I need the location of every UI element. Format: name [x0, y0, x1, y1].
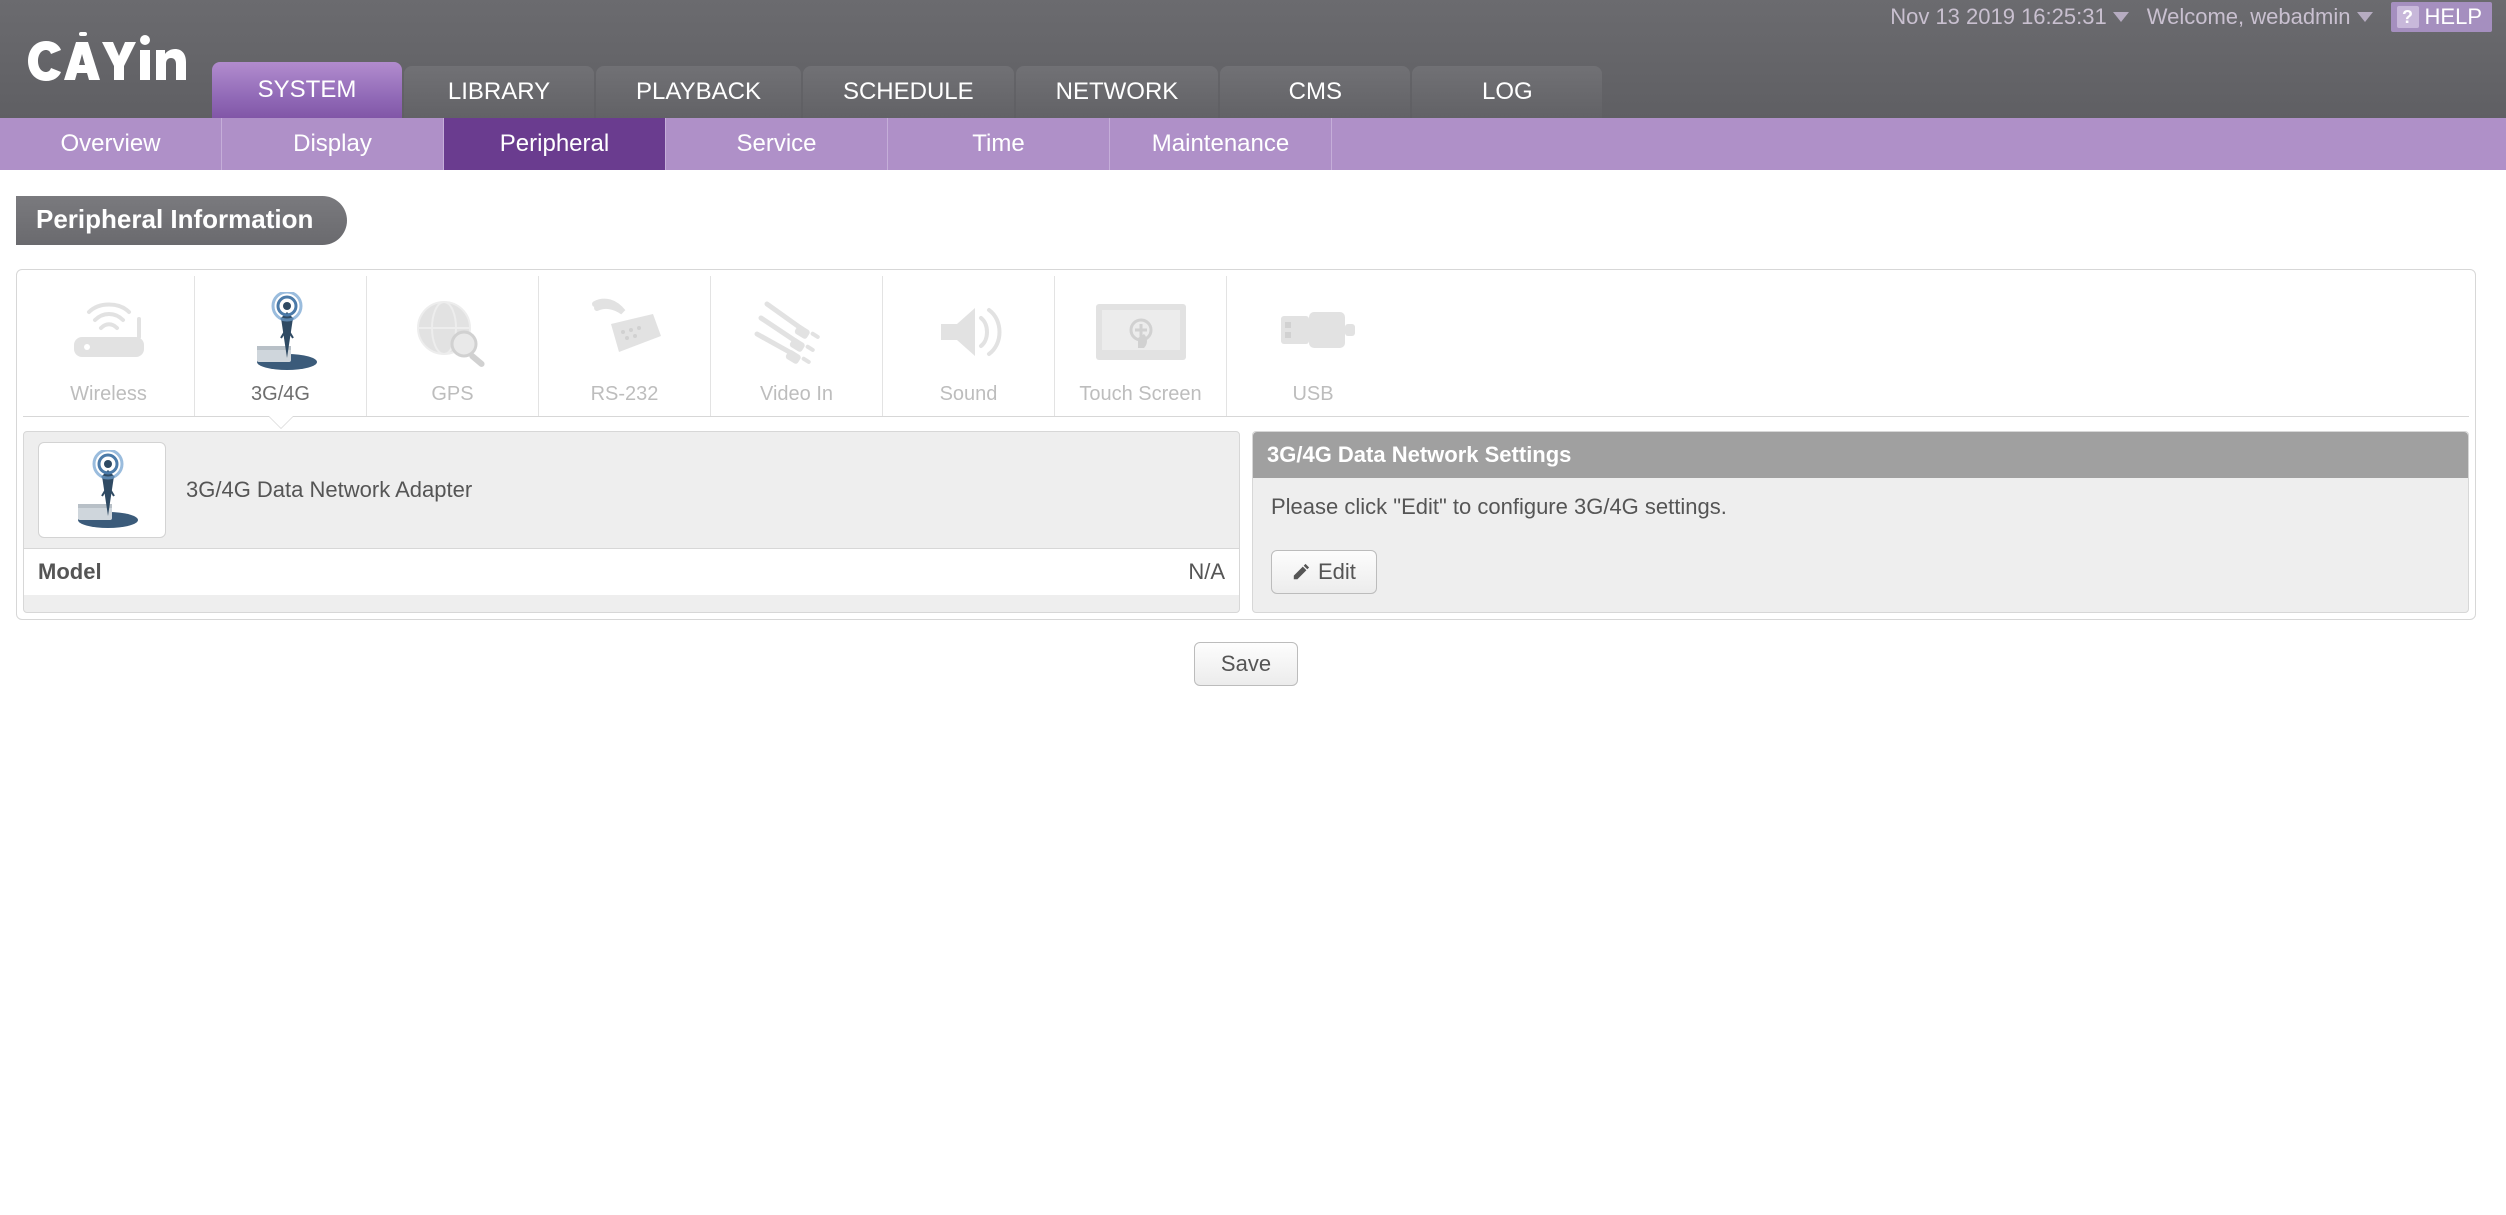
page-body: Peripheral Information Wireless — [0, 170, 2506, 726]
peripheral-panel: Wireless — [16, 269, 2476, 620]
datetime-dropdown[interactable]: Nov 13 2019 16:25:31 — [1890, 4, 2129, 30]
top-header: Nov 13 2019 16:25:31 Welcome, webadmin ?… — [0, 0, 2506, 118]
globe-search-icon — [398, 291, 508, 373]
tab-playback[interactable]: PLAYBACK — [596, 66, 801, 118]
tab-label: CMS — [1289, 78, 1342, 105]
subtab-label: Overview — [60, 130, 160, 158]
adapter-info-row: Model N/A — [24, 548, 1239, 595]
tab-label: SCHEDULE — [843, 78, 974, 105]
save-row: Save — [16, 642, 2476, 686]
edit-button[interactable]: Edit — [1271, 550, 1377, 594]
tab-system[interactable]: SYSTEM — [212, 62, 402, 118]
touchscreen-icon — [1086, 291, 1196, 373]
peripheral-tab-label: USB — [1292, 383, 1333, 406]
subtab-service[interactable]: Service — [666, 118, 888, 170]
cellular-tower-icon — [226, 291, 336, 373]
tab-log[interactable]: LOG — [1412, 66, 1602, 118]
peripheral-tab-gps[interactable]: GPS — [367, 276, 539, 416]
chevron-down-icon — [2357, 12, 2373, 22]
peripheral-tab-label: GPS — [431, 383, 473, 406]
main-nav: SYSTEM LIBRARY PLAYBACK SCHEDULE NETWORK… — [212, 62, 1602, 118]
peripheral-tab-label: 3G/4G — [251, 383, 310, 406]
section-title: Peripheral Information — [16, 196, 347, 245]
tab-label: SYSTEM — [258, 76, 357, 103]
subtab-display[interactable]: Display — [222, 118, 444, 170]
peripheral-tab-3g4g[interactable]: 3G/4G — [195, 276, 367, 416]
adapter-title: 3G/4G Data Network Adapter — [186, 477, 472, 503]
peripheral-tab-label: Sound — [940, 383, 998, 406]
tab-label: LOG — [1482, 78, 1533, 105]
save-label: Save — [1221, 651, 1271, 677]
settings-panel: 3G/4G Data Network Settings Please click… — [1252, 431, 2469, 613]
subtab-peripheral[interactable]: Peripheral — [444, 118, 666, 170]
speaker-icon — [914, 291, 1024, 373]
tab-label: NETWORK — [1056, 78, 1179, 105]
pencil-icon — [1292, 563, 1310, 581]
peripheral-tab-label: Video In — [760, 383, 833, 406]
help-button[interactable]: ? HELP — [2391, 2, 2492, 32]
brand-logo — [24, 26, 194, 110]
tab-library[interactable]: LIBRARY — [404, 66, 594, 118]
av-cables-icon — [742, 291, 852, 373]
subtab-time[interactable]: Time — [888, 118, 1110, 170]
usb-plug-icon — [1258, 291, 1368, 373]
subtab-label: Maintenance — [1152, 130, 1289, 158]
cellular-tower-icon — [52, 450, 152, 530]
info-label: Model — [38, 559, 102, 585]
serial-port-icon — [570, 291, 680, 373]
subtab-label: Peripheral — [500, 130, 609, 158]
peripheral-tab-touch[interactable]: Touch Screen — [1055, 276, 1227, 416]
peripheral-tab-wireless[interactable]: Wireless — [23, 276, 195, 416]
peripheral-tab-sound[interactable]: Sound — [883, 276, 1055, 416]
user-menu[interactable]: Welcome, webadmin — [2147, 4, 2373, 30]
subtab-label: Service — [736, 130, 816, 158]
subtab-overview[interactable]: Overview — [0, 118, 222, 170]
peripheral-tab-videoin[interactable]: Video In — [711, 276, 883, 416]
sub-nav: Overview Display Peripheral Service Time… — [0, 118, 2506, 170]
settings-header: 3G/4G Data Network Settings — [1253, 432, 2468, 478]
welcome-text: Welcome, webadmin — [2147, 4, 2351, 30]
edit-label: Edit — [1318, 559, 1356, 585]
settings-hint: Please click "Edit" to configure 3G/4G s… — [1253, 478, 2468, 536]
adapter-info-panel: 3G/4G Data Network Adapter Model N/A — [23, 431, 1240, 613]
info-value: N/A — [1188, 559, 1225, 585]
content-row: 3G/4G Data Network Adapter Model N/A 3G/… — [23, 431, 2469, 613]
datetime-text: Nov 13 2019 16:25:31 — [1890, 4, 2107, 30]
peripheral-tab-label: Touch Screen — [1079, 383, 1201, 406]
active-indicator-icon — [269, 416, 293, 428]
adapter-header: 3G/4G Data Network Adapter — [24, 432, 1239, 548]
wireless-router-icon — [54, 291, 164, 373]
tab-label: LIBRARY — [448, 78, 550, 105]
help-label: HELP — [2425, 4, 2482, 30]
peripheral-tab-usb[interactable]: USB — [1227, 276, 1399, 416]
question-icon: ? — [2397, 6, 2419, 28]
save-button[interactable]: Save — [1194, 642, 1298, 686]
tab-schedule[interactable]: SCHEDULE — [803, 66, 1014, 118]
subtab-maintenance[interactable]: Maintenance — [1110, 118, 1332, 170]
peripheral-tab-label: RS-232 — [591, 383, 659, 406]
tab-cms[interactable]: CMS — [1220, 66, 1410, 118]
peripheral-tab-label: Wireless — [70, 383, 147, 406]
adapter-icon-box — [38, 442, 166, 538]
chevron-down-icon — [2113, 12, 2129, 22]
cayin-logo-icon — [24, 26, 194, 96]
tab-network[interactable]: NETWORK — [1016, 66, 1219, 118]
peripheral-tab-rs232[interactable]: RS-232 — [539, 276, 711, 416]
utility-row: Nov 13 2019 16:25:31 Welcome, webadmin ?… — [1890, 0, 2506, 34]
peripheral-tab-row: Wireless — [23, 276, 2469, 417]
tab-label: PLAYBACK — [636, 78, 761, 105]
subtab-label: Time — [972, 130, 1024, 158]
subtab-label: Display — [293, 130, 372, 158]
